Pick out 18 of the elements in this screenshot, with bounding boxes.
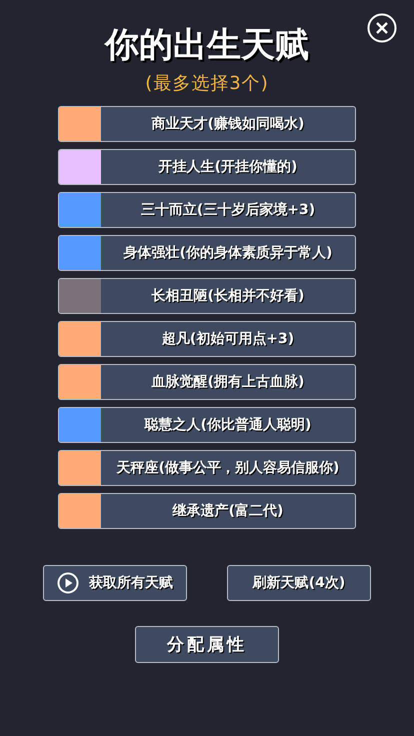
talent-option[interactable]: 长相丑陋(长相并不好看): [58, 278, 356, 314]
assign-attributes-button[interactable]: 分配属性: [135, 626, 279, 663]
talent-option[interactable]: 超凡(初始可用点+3): [58, 321, 356, 357]
talent-option[interactable]: 继承遗产(富二代): [58, 493, 356, 529]
talent-option[interactable]: 聪慧之人(你比普通人聪明): [58, 407, 356, 443]
button-label: 获取所有天赋: [89, 574, 173, 592]
play-icon: [57, 572, 79, 594]
refresh-talents-button[interactable]: 刷新天赋(4次): [227, 565, 371, 601]
talent-option[interactable]: 血脉觉醒(拥有上古血脉): [58, 364, 356, 400]
talent-option[interactable]: 身体强壮(你的身体素质异于常人): [58, 235, 356, 271]
get-all-talents-button[interactable]: 获取所有天赋: [43, 565, 187, 601]
talent-option[interactable]: 天秤座(做事公平，别人容易信服你): [58, 450, 356, 486]
talent-option[interactable]: 商业天才(赚钱如同喝水): [58, 106, 356, 142]
talent-option[interactable]: 开挂人生(开挂你懂的): [58, 149, 356, 185]
talent-option[interactable]: 三十而立(三十岁后家境+3): [58, 192, 356, 228]
selection-hint: (最多选择3个): [144, 72, 270, 96]
page-title: 你的出生天赋: [105, 24, 309, 65]
close-icon[interactable]: [367, 13, 397, 43]
